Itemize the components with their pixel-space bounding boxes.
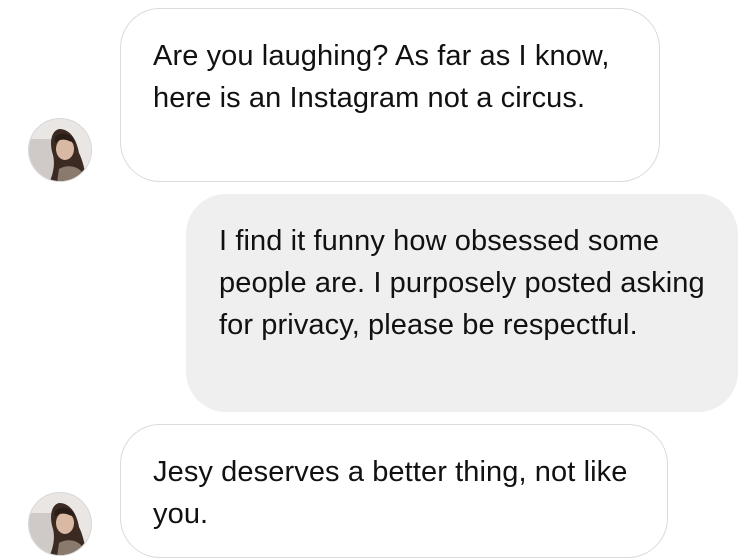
incoming-message-bubble[interactable]: Are you laughing? As far as I know, here… — [120, 8, 660, 182]
incoming-message-bubble[interactable]: Jesy deserves a better thing, not like y… — [120, 424, 668, 558]
outgoing-message-bubble[interactable]: I find it funny how obsessed some people… — [186, 194, 738, 412]
message-text: Jesy deserves a better thing, not like y… — [153, 456, 628, 530]
message-text: Are you laughing? As far as I know, here… — [153, 40, 610, 114]
message-thread: Are you laughing? As far as I know, here… — [0, 0, 750, 560]
avatar-image — [29, 493, 91, 555]
message-text: I find it funny how obsessed some people… — [219, 225, 705, 341]
sender-avatar[interactable] — [28, 492, 92, 556]
avatar-image — [29, 119, 91, 181]
sender-avatar[interactable] — [28, 118, 92, 182]
